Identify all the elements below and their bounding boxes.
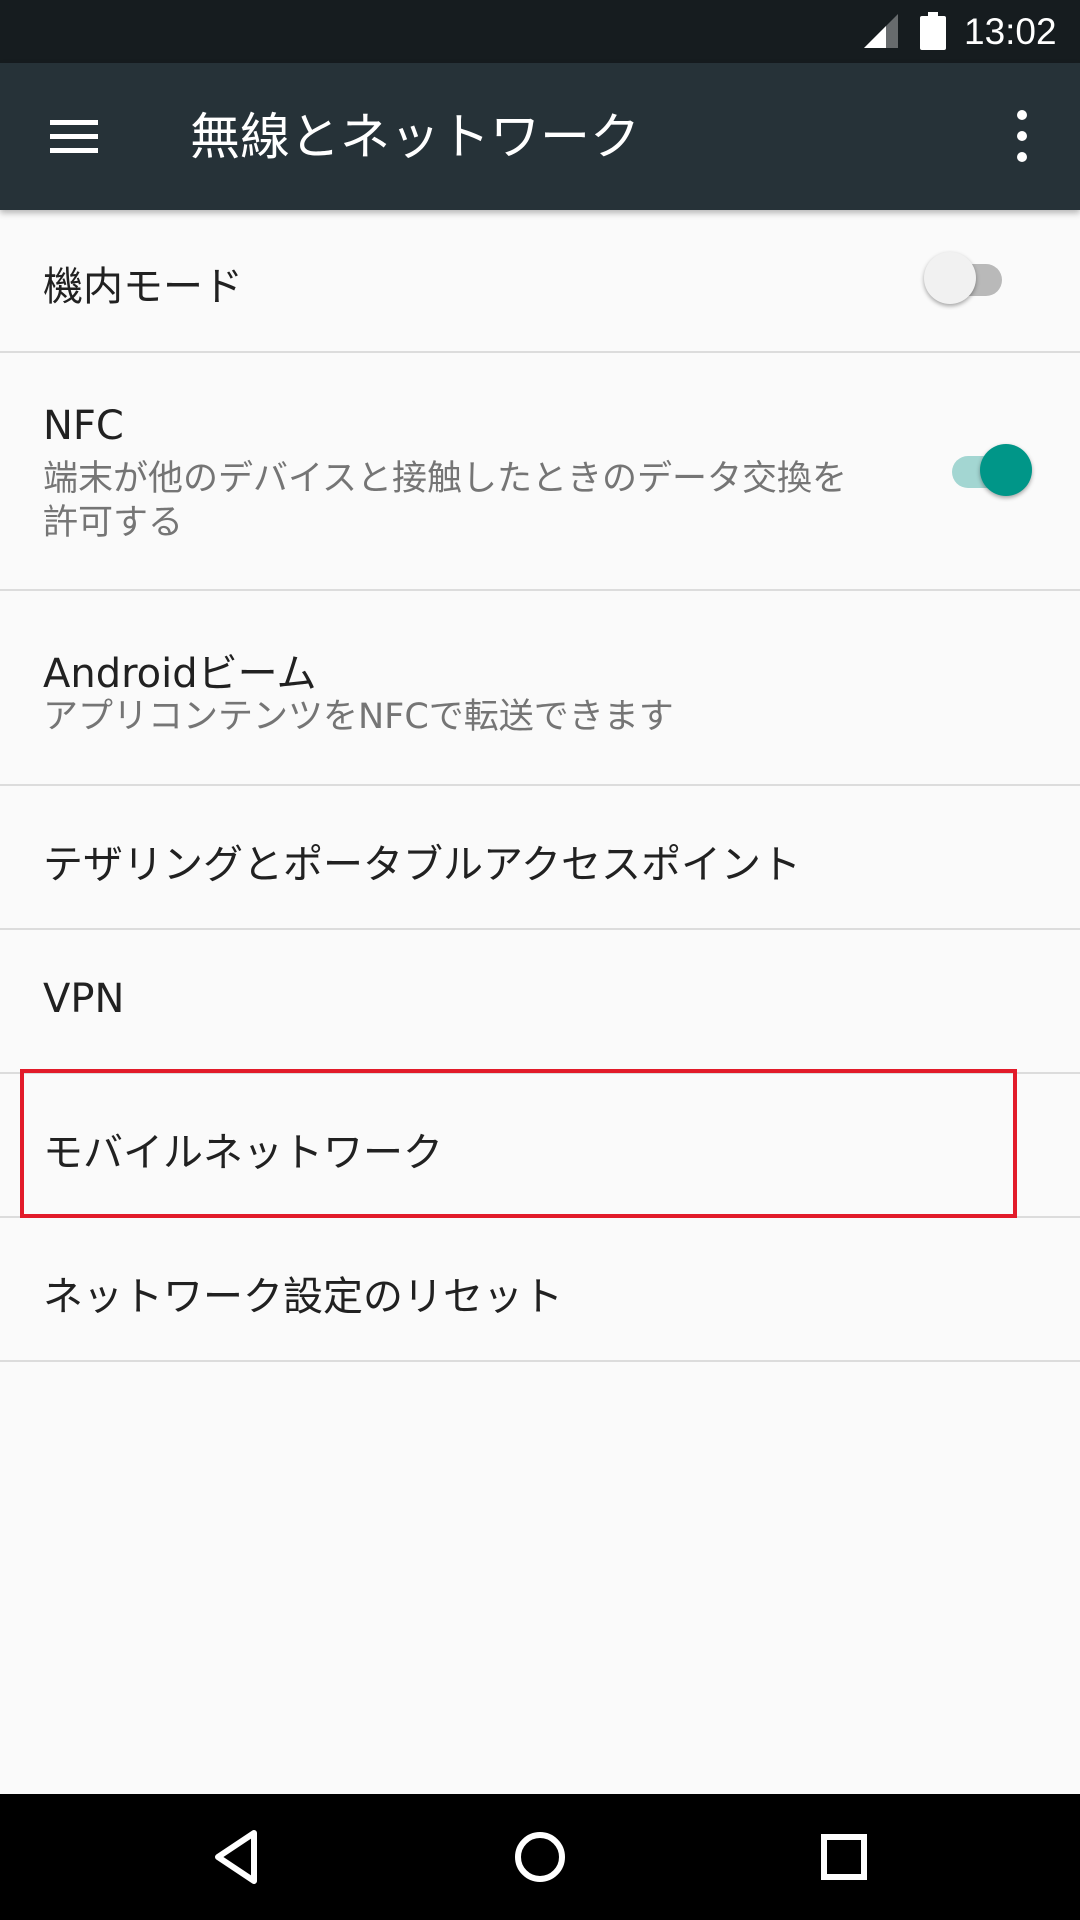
- android-beam-title: Androidビーム: [43, 651, 317, 697]
- nfc-summary: 端末が他のデバイスと接触したときのデータ交換を許可する: [43, 459, 847, 543]
- signal-icon: [864, 14, 898, 48]
- mobile-network-row[interactable]: モバイルネットワーク: [0, 1074, 1080, 1218]
- vpn-title: VPN: [43, 976, 125, 1022]
- android-beam-summary: アプリコンテンツをNFCで転送できます: [43, 697, 674, 737]
- airplane-mode-toggle[interactable]: [924, 252, 1014, 308]
- battery-icon: [920, 12, 946, 50]
- app-toolbar: 無線とネットワーク: [0, 63, 1080, 210]
- navigation-bar: [0, 1794, 1080, 1920]
- settings-list: 機内モード NFC 端末が他のデバイスと接触したときのデータ交換を許可する An…: [0, 210, 1080, 1362]
- page-title: 無線とネットワーク: [190, 108, 640, 166]
- back-icon[interactable]: [196, 1817, 276, 1897]
- tethering-title: テザリングとポータブルアクセスポイント: [43, 842, 801, 888]
- tethering-row[interactable]: テザリングとポータブルアクセスポイント: [0, 786, 1080, 930]
- nfc-row[interactable]: NFC 端末が他のデバイスと接触したときのデータ交換を許可する: [0, 353, 1080, 591]
- nfc-title: NFC: [43, 403, 124, 449]
- overflow-menu-icon[interactable]: [1000, 103, 1044, 169]
- menu-icon[interactable]: [38, 108, 110, 164]
- recents-icon[interactable]: [804, 1817, 884, 1897]
- vpn-row[interactable]: VPN: [0, 930, 1080, 1074]
- toggle-thumb: [924, 252, 976, 304]
- toggle-thumb: [980, 444, 1032, 496]
- network-reset-title: ネットワーク設定のリセット: [43, 1274, 563, 1320]
- airplane-mode-title: 機内モード: [43, 264, 243, 310]
- status-bar: 13:02: [0, 0, 1080, 63]
- network-reset-row[interactable]: ネットワーク設定のリセット: [0, 1218, 1080, 1362]
- status-time: 13:02: [964, 11, 1057, 52]
- home-icon[interactable]: [500, 1817, 580, 1897]
- mobile-network-title: モバイルネットワーク: [43, 1130, 443, 1176]
- android-beam-row[interactable]: Androidビーム アプリコンテンツをNFCで転送できます: [0, 591, 1080, 786]
- airplane-mode-row[interactable]: 機内モード: [0, 210, 1080, 353]
- nfc-toggle[interactable]: [942, 444, 1032, 500]
